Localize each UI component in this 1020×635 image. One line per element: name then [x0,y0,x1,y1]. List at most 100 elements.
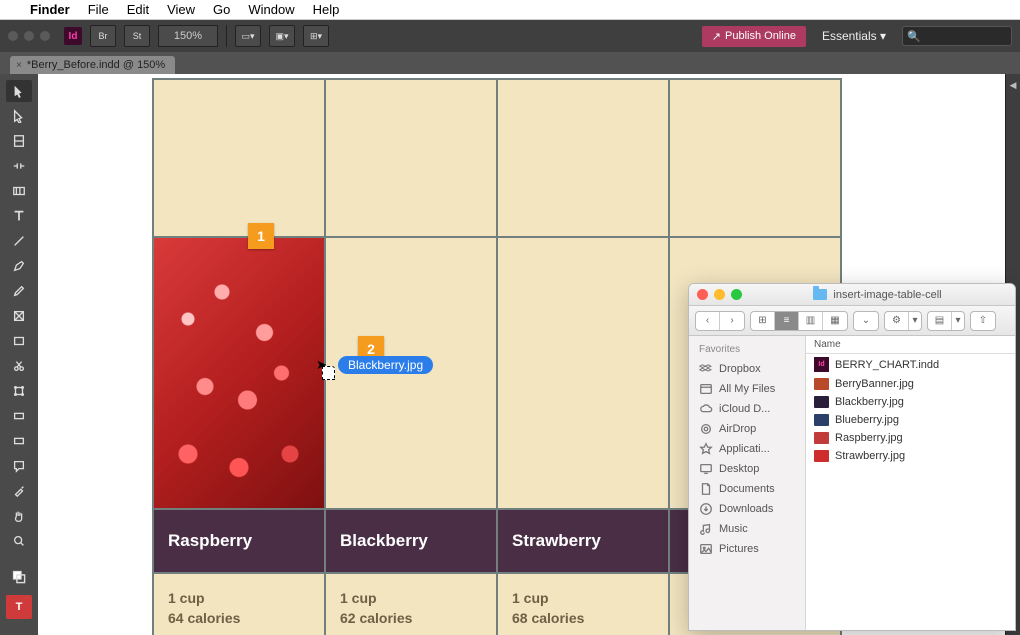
file-row[interactable]: IdBERRY_CHART.indd [806,354,1015,375]
image-thumbnail-icon [814,450,829,462]
expand-panels-icon[interactable]: ◀ [1010,80,1017,91]
column-view-icon: ▥ [799,312,823,330]
active-app-name[interactable]: Finder [30,2,70,17]
group-menu[interactable]: ▤▾ [927,311,965,331]
formatting-affects-toggle[interactable]: T [6,595,32,619]
menu-edit[interactable]: Edit [127,2,149,17]
direct-selection-tool[interactable] [6,105,32,127]
sidebar-item-music[interactable]: Music [689,519,805,539]
screen-mode-button[interactable]: ▣▾ [269,25,295,47]
name-label: Blackberry [340,531,428,551]
zoom-level-select[interactable]: 150% [158,25,218,47]
sidebar-item-airdrop[interactable]: AirDrop [689,419,805,439]
arrange-menu[interactable]: ⌄ [853,311,879,331]
view-options-button[interactable]: ▭▾ [235,25,261,47]
eyedropper-tool[interactable] [6,480,32,502]
nav-back-forward[interactable]: ‹› [695,311,745,331]
gear-icon: ⚙︎ [885,312,909,330]
file-name-label: Blackberry.jpg [835,396,904,408]
info-cell[interactable]: 1 cup 64 calories [153,573,325,635]
file-row[interactable]: Blackberry.jpg [806,393,1015,411]
file-row[interactable]: Blueberry.jpg [806,411,1015,429]
finder-traffic-lights[interactable] [697,289,742,300]
note-tool[interactable] [6,455,32,477]
table-cell[interactable] [325,79,497,237]
rectangle-tool[interactable] [6,330,32,352]
sidebar-item-dropbox[interactable]: Dropbox [689,359,805,379]
pencil-tool[interactable] [6,280,32,302]
share-button[interactable]: ⇧ [970,311,996,331]
menu-help[interactable]: Help [313,2,340,17]
arrange-icon: ⌄ [854,312,878,330]
finder-window[interactable]: insert-image-table-cell ‹› ⊞ ≡ ▥ ▦ ⌄ ⚙︎▾… [688,283,1016,631]
bridge-button[interactable]: Br [90,25,116,47]
file-row[interactable]: Strawberry.jpg [806,447,1015,465]
action-menu[interactable]: ⚙︎▾ [884,311,922,331]
drag-filename: Blackberry.jpg [348,358,423,372]
table-cell[interactable] [497,79,669,237]
image-cell-strawberry[interactable] [497,237,669,509]
stock-button[interactable]: St [124,25,150,47]
table-cell[interactable] [153,79,325,237]
zoom-tool[interactable] [6,530,32,552]
free-transform-tool[interactable] [6,380,32,402]
rectangle-frame-tool[interactable] [6,305,32,327]
sidebar-item-desktop[interactable]: Desktop [689,459,805,479]
indd-file-icon: Id [814,357,829,372]
document-tab[interactable]: × *Berry_Before.indd @ 150% [10,56,175,74]
line-tool[interactable] [6,230,32,252]
content-collector-tool[interactable] [6,180,32,202]
sidebar-item-documents[interactable]: Documents [689,479,805,499]
sidebar-item-icloud[interactable]: iCloud D... [689,399,805,419]
gap-tool[interactable] [6,155,32,177]
publish-online-button[interactable]: ↗ Publish Online [702,26,806,47]
fill-stroke-swatch[interactable] [6,562,32,592]
menu-go[interactable]: Go [213,2,230,17]
gradient-feather-tool[interactable] [6,430,32,452]
image-cell-raspberry[interactable] [153,237,325,509]
name-label: Strawberry [512,531,601,551]
place-cursor-icon: ➤ [316,357,338,379]
serving-label: 1 cup [512,590,668,606]
back-icon: ‹ [696,312,720,330]
document-tab-bar: × *Berry_Before.indd @ 150% [0,52,1020,74]
scissors-tool[interactable] [6,355,32,377]
workspace-switcher[interactable]: Essentials ▾ [814,29,894,43]
calories-label: 68 calories [512,610,668,626]
menu-file[interactable]: File [88,2,109,17]
finder-titlebar[interactable]: insert-image-table-cell [689,284,1015,306]
info-cell[interactable]: 1 cup 62 calories [325,573,497,635]
forward-icon: › [720,312,744,330]
type-tool[interactable] [6,205,32,227]
tool-panel: T [0,74,38,635]
file-row[interactable]: BerryBanner.jpg [806,375,1015,393]
sidebar-item-downloads[interactable]: Downloads [689,499,805,519]
close-tab-icon[interactable]: × [16,60,22,71]
folder-icon [813,289,827,300]
sidebar-item-all-my-files[interactable]: All My Files [689,379,805,399]
file-row[interactable]: Raspberry.jpg [806,429,1015,447]
sidebar-item-pictures[interactable]: Pictures [689,539,805,559]
selection-tool[interactable] [6,80,32,102]
help-search-input[interactable]: 🔍 [902,26,1012,46]
pen-tool[interactable] [6,255,32,277]
name-cell[interactable]: Blackberry [325,509,497,573]
hand-tool[interactable] [6,505,32,527]
sidebar-item-applications[interactable]: Applicati... [689,439,805,459]
info-cell[interactable]: 1 cup 68 calories [497,573,669,635]
arrange-docs-button[interactable]: ⊞▾ [303,25,329,47]
page-tool[interactable] [6,130,32,152]
table-cell[interactable] [669,79,841,237]
menu-window[interactable]: Window [248,2,294,17]
view-mode-segmented[interactable]: ⊞ ≡ ▥ ▦ [750,311,848,331]
icon-view-icon: ⊞ [751,312,775,330]
share-icon: ⇧ [971,312,995,330]
window-traffic-lights[interactable] [8,31,50,41]
menu-view[interactable]: View [167,2,195,17]
list-view-icon: ≡ [775,312,799,330]
name-label: Raspberry [168,531,252,551]
name-cell[interactable]: Strawberry [497,509,669,573]
name-cell[interactable]: Raspberry [153,509,325,573]
column-header-name[interactable]: Name [806,336,1015,354]
gradient-swatch-tool[interactable] [6,405,32,427]
